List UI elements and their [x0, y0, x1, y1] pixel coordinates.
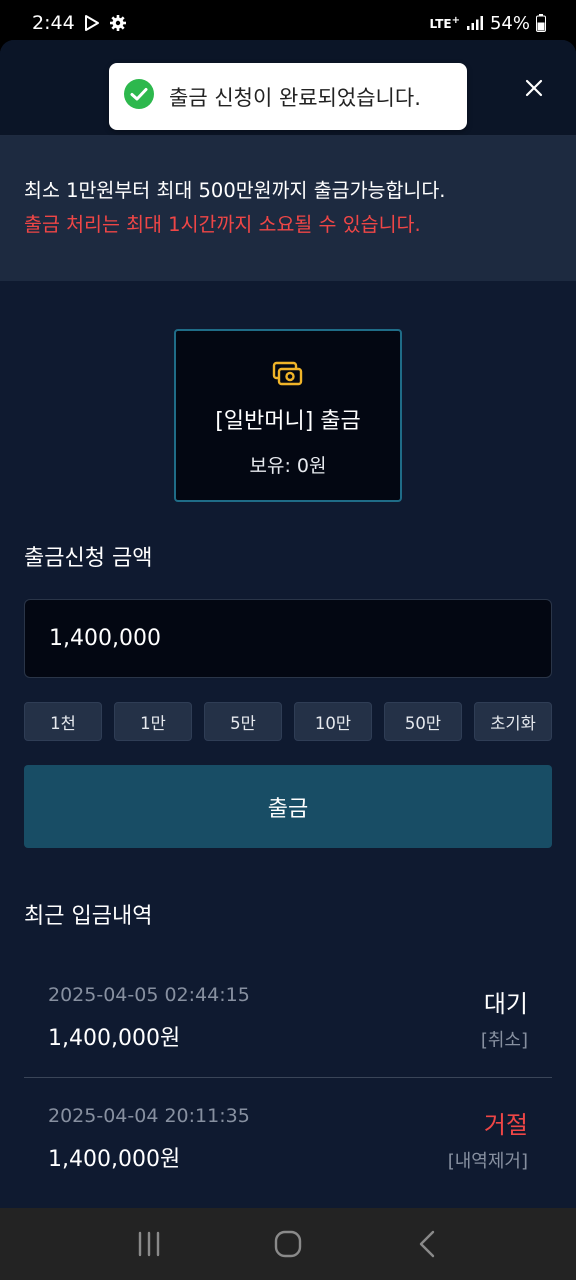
battery-level: 54% — [489, 12, 530, 34]
amount-label: 출금신청 금액 — [24, 546, 153, 571]
close-button[interactable] — [520, 74, 548, 102]
history-amount: 1,400,000원 — [48, 1026, 181, 1051]
status-time: 2:44 — [32, 12, 75, 34]
notice-limit-text: 최소 1만원부터 최대 500만원까지 출금가능합니다. — [24, 179, 446, 202]
money-icon — [272, 361, 304, 391]
play-store-icon — [83, 14, 101, 32]
history-amount: 1,400,000원 — [48, 1147, 181, 1172]
history-remove-link[interactable]: [내역제거] — [448, 1147, 528, 1173]
signal-icon — [466, 15, 484, 31]
back-icon — [419, 1230, 434, 1258]
quick-add-10k-button[interactable]: 1만 — [114, 702, 192, 741]
quick-add-500k-button[interactable]: 50만 — [384, 702, 462, 741]
quick-add-1k-button[interactable]: 1천 — [24, 702, 102, 741]
status-right: LTE+ 54% — [430, 13, 546, 34]
history-date: 2025-04-04 20:11:35 — [48, 1105, 250, 1127]
navigation-bar — [0, 1208, 576, 1280]
app-screen: 출금 신청이 완료되었습니다. 최소 1만원부터 최대 500만원까지 출금가능… — [0, 40, 576, 1208]
history-status: 거절 — [483, 1111, 528, 1139]
home-button[interactable] — [258, 1214, 318, 1274]
success-toast: 출금 신청이 완료되었습니다. — [109, 63, 467, 130]
close-icon — [525, 79, 543, 97]
toast-message: 출금 신청이 완료되었습니다. — [169, 85, 421, 110]
battery-icon — [536, 14, 546, 32]
back-button[interactable] — [397, 1214, 457, 1274]
quick-amount-row: 1천 1만 5만 10만 50만 초기화 — [24, 702, 552, 741]
status-left: 2:44 — [32, 12, 127, 34]
history-cancel-link[interactable]: [취소] — [481, 1026, 528, 1052]
withdraw-button[interactable]: 출금 — [24, 765, 552, 848]
home-icon — [274, 1230, 302, 1258]
recents-button[interactable] — [119, 1214, 179, 1274]
history-row: 2025-04-04 20:11:35 1,400,000원 거절 [내역제거] — [24, 1105, 552, 1195]
history-row: 2025-04-05 02:44:15 1,400,000원 대기 [취소] — [24, 984, 552, 1078]
reset-button[interactable]: 초기화 — [474, 702, 552, 741]
notice-box: 최소 1만원부터 최대 500만원까지 출금가능합니다. 출금 처리는 최대 1… — [0, 136, 576, 281]
quick-add-100k-button[interactable]: 10만 — [294, 702, 372, 741]
quick-add-50k-button[interactable]: 5만 — [204, 702, 282, 741]
wallet-title: [일반머니] 출금 — [215, 409, 361, 434]
history-status: 대기 — [483, 990, 528, 1018]
wallet-balance: 보유: 0원 — [249, 455, 327, 477]
gear-icon — [109, 14, 127, 32]
notice-processing-text: 출금 처리는 최대 1시간까지 소요될 수 있습니다. — [24, 213, 421, 236]
recents-icon — [139, 1231, 160, 1257]
amount-input[interactable] — [24, 599, 552, 678]
wallet-card[interactable]: [일반머니] 출금 보유: 0원 — [174, 329, 402, 502]
check-circle-icon — [123, 78, 155, 115]
history-date: 2025-04-05 02:44:15 — [48, 984, 250, 1006]
history-title: 최근 입금내역 — [24, 904, 153, 929]
network-type: LTE+ — [429, 15, 460, 31]
